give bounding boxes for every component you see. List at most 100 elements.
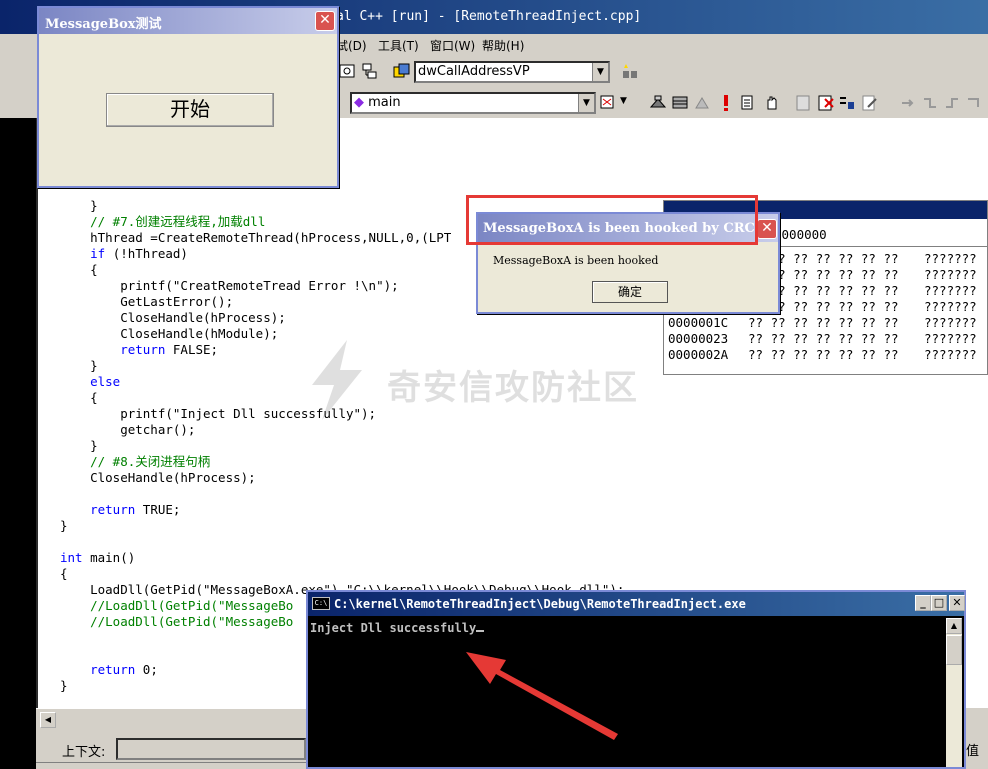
scroll-thumb[interactable] xyxy=(946,635,962,665)
go-icon[interactable] xyxy=(738,93,758,113)
code-comment: // #8.关闭进程句柄 xyxy=(60,454,211,469)
memory-row-ascii: ??????? xyxy=(924,299,977,314)
messagebox-test-dialog: MessageBox测试 ✕ 开始 xyxy=(37,6,339,188)
breakpoint-hand-icon[interactable] xyxy=(762,93,782,113)
context-label: 上下文: xyxy=(62,745,106,760)
left-gutter xyxy=(0,118,36,769)
menu-debug[interactable]: 试(D) xyxy=(336,37,367,54)
maximize-icon[interactable]: □ xyxy=(931,595,947,611)
execute-icon[interactable] xyxy=(716,93,736,113)
edit-icon[interactable] xyxy=(860,93,880,113)
ide-title: al C++ [run] - [RemoteThreadInject.cpp] xyxy=(336,9,642,24)
memory-row-bytes: ?? ?? ?? ?? ?? ?? ?? xyxy=(748,331,899,346)
function-combo[interactable]: dwCallAddressVP ▼ xyxy=(414,61,610,83)
code-text: } xyxy=(60,518,68,533)
class-view-icon[interactable] xyxy=(338,62,358,82)
code-line: { xyxy=(60,566,624,582)
code-text: } xyxy=(60,358,98,373)
code-comment: //LoadDll(GetPid("MessageBo xyxy=(60,614,294,629)
code-keyword: return xyxy=(90,502,136,517)
toolbar-build: ◆ main ▼ ▼ xyxy=(336,88,988,118)
close-icon[interactable]: ✕ xyxy=(949,595,965,611)
code-line: getchar(); xyxy=(60,422,624,438)
scope-icon: ◆ xyxy=(354,95,364,110)
ok-button[interactable]: 确定 xyxy=(592,281,668,303)
memory-row-ascii: ??????? xyxy=(924,267,977,282)
code-text: printf("Inject Dll successfully"); xyxy=(60,406,377,421)
code-line: } xyxy=(60,358,624,374)
console-output-text: Inject Dll successfully xyxy=(310,621,477,635)
messagebox-test-title: MessageBox测试 xyxy=(45,17,162,32)
member-icon xyxy=(393,63,410,78)
context-bar: 上下文: xyxy=(36,736,306,762)
console-vertical-scrollbar[interactable]: ▲ xyxy=(946,618,962,767)
scope-combo-value: main xyxy=(368,95,401,110)
memory-row-ascii: ??????? xyxy=(924,347,977,362)
code-text: CloseHandle(hProcess); xyxy=(60,470,256,485)
output-tabs xyxy=(36,762,306,769)
chevron-down-icon[interactable]: ▼ xyxy=(592,63,608,81)
code-text: printf("CreatRemoteTread Error !\n"); xyxy=(60,278,399,293)
code-line: CloseHandle(hProcess); xyxy=(60,470,624,486)
code-text: { xyxy=(60,262,98,277)
minimize-icon[interactable]: _ xyxy=(915,595,931,611)
code-keyword: return xyxy=(120,342,166,357)
console-titlebar[interactable]: C:\ C:\kernel\RemoteThreadInject\Debug\R… xyxy=(308,592,965,616)
scroll-left-icon[interactable]: ◀ xyxy=(40,712,56,728)
close-icon[interactable]: ✕ xyxy=(315,11,335,31)
context-field[interactable] xyxy=(116,738,306,760)
code-line: } xyxy=(60,438,624,454)
menu-help[interactable]: 帮助(H) xyxy=(482,37,524,54)
console-cursor xyxy=(476,630,485,632)
menu-window[interactable]: 窗口(W) xyxy=(430,37,475,54)
code-comment: //LoadDll(GetPid("MessageBo xyxy=(60,598,294,613)
code-line: int main() xyxy=(60,550,136,565)
code-text: CloseHandle(hProcess); xyxy=(60,310,286,325)
code-line: { xyxy=(60,390,624,406)
code-line: else xyxy=(60,374,624,390)
code-text: getchar(); xyxy=(60,422,196,437)
chevron-down-icon[interactable]: ▼ xyxy=(620,96,627,106)
start-button[interactable]: 开始 xyxy=(106,93,274,127)
highlight-annotation xyxy=(466,195,758,245)
arrow-annotation-icon xyxy=(466,652,618,740)
hooked-message-text: MessageBoxA is been hooked xyxy=(493,254,659,267)
go-to-definition-icon[interactable] xyxy=(620,62,640,82)
memory-row: 0000001C ?? ?? ?? ?? ?? ?? ????????? xyxy=(668,315,977,331)
compile-icon[interactable] xyxy=(648,93,668,113)
code-text: { xyxy=(60,390,98,405)
memory-row-ascii: ??????? xyxy=(924,251,977,266)
code-keyword: if xyxy=(90,246,106,261)
build-icon[interactable] xyxy=(670,93,690,113)
list-icon[interactable] xyxy=(838,93,858,113)
horizontal-scrollbar[interactable]: ◀ xyxy=(36,708,306,730)
code-keyword: int xyxy=(60,550,83,565)
messagebox-test-titlebar[interactable]: MessageBox测试 ✕ xyxy=(39,8,337,34)
memory-row-bytes: ?? ?? ?? ?? ?? ?? ?? xyxy=(748,315,899,330)
code-text: } xyxy=(60,198,98,213)
clear-breakpoints-icon[interactable] xyxy=(816,93,836,113)
memory-row-ascii: ??????? xyxy=(924,283,977,298)
code-text: } xyxy=(60,678,68,693)
scroll-up-icon[interactable]: ▲ xyxy=(946,618,962,634)
console-output: Inject Dll successfully xyxy=(310,621,485,635)
menu-tools[interactable]: 工具(T) xyxy=(378,37,419,54)
close-icon[interactable]: ✕ xyxy=(757,219,777,239)
code-text: { xyxy=(60,566,68,581)
code-text: GetLastError(); xyxy=(60,294,234,309)
wizard-bar-icon[interactable] xyxy=(360,62,380,82)
scope-combo[interactable]: ◆ main ▼ xyxy=(350,92,596,114)
step-out-icon xyxy=(946,98,958,108)
step-into-icon xyxy=(902,99,914,107)
code-line: } xyxy=(60,518,624,534)
code-comment: // #7.创建远程线程,加载dll xyxy=(60,214,266,229)
code-text: } xyxy=(60,438,98,453)
code-line: // #8.关闭进程句柄 xyxy=(60,454,624,470)
toolbar-wizard: dwCallAddressVP ▼ xyxy=(336,58,656,86)
chevron-down-icon[interactable]: ▼ xyxy=(578,94,594,112)
actions-icon[interactable] xyxy=(598,93,618,113)
memory-row-bytes: ?? ?? ?? ?? ?? ?? ?? xyxy=(748,347,899,362)
code-text: hThread =CreateRemoteThread(hProcess,NUL… xyxy=(60,230,452,245)
